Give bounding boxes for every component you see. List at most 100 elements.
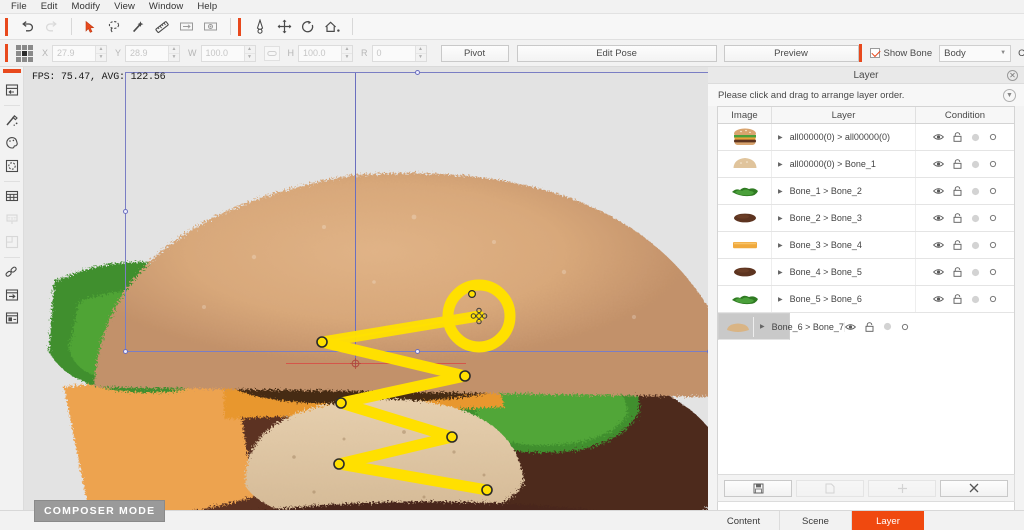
r-arrows[interactable]: ▲ ▼ xyxy=(414,45,426,61)
eye-icon[interactable] xyxy=(933,160,944,168)
eye-icon[interactable] xyxy=(933,133,944,141)
lock-icon[interactable] xyxy=(953,213,962,223)
circle-icon[interactable] xyxy=(989,160,997,168)
tab-layer[interactable]: Layer xyxy=(852,511,924,530)
w-value[interactable]: 100.0 xyxy=(201,45,244,61)
bone-type-select[interactable]: Body ▼ xyxy=(939,44,1012,62)
delete-layer-button[interactable] xyxy=(940,479,1008,497)
move-tool-icon[interactable] xyxy=(273,17,295,37)
layer-name-cell[interactable]: ▶ Bone_1 > Bone_2 xyxy=(772,178,916,204)
w-stepper[interactable]: 100.0 ▲ ▼ xyxy=(200,44,256,62)
dot-icon[interactable] xyxy=(971,133,980,142)
lasso-icon[interactable] xyxy=(103,17,125,37)
x-stepper[interactable]: 27.9 ▲ ▼ xyxy=(52,44,108,62)
expand-triangle-icon[interactable]: ▶ xyxy=(778,161,783,168)
expand-triangle-icon[interactable]: ▶ xyxy=(778,296,783,303)
ruler-icon[interactable] xyxy=(151,17,173,37)
expand-triangle-icon[interactable]: ▶ xyxy=(778,269,783,276)
palette-tool-icon[interactable] xyxy=(2,132,22,153)
h-stepper[interactable]: 100.0 ▲ ▼ xyxy=(298,44,354,62)
table-row[interactable]: ▶ Bone_4 > Bone_5 xyxy=(718,259,1014,286)
y-arrows[interactable]: ▲ ▼ xyxy=(168,45,180,61)
anchor-point-selector[interactable] xyxy=(16,44,33,62)
h-arrows[interactable]: ▲ ▼ xyxy=(341,45,353,61)
layer-name-cell[interactable]: ▶ Bone_5 > Bone_6 xyxy=(772,286,916,312)
menu-item-edit[interactable]: Edit xyxy=(34,0,65,13)
home-tool-icon[interactable] xyxy=(321,17,343,37)
close-icon[interactable]: ✕ xyxy=(1007,70,1018,81)
save-layer-button[interactable] xyxy=(724,479,792,497)
eye-icon[interactable] xyxy=(933,214,944,222)
lock-icon[interactable] xyxy=(953,159,962,169)
chain-tool-icon[interactable] xyxy=(2,261,22,282)
expand-triangle-icon[interactable]: ▶ xyxy=(760,323,765,330)
circle-icon[interactable] xyxy=(989,187,997,195)
text-tool-icon[interactable]: TXT xyxy=(2,208,22,229)
menu-item-file[interactable]: File xyxy=(4,0,34,13)
copy-layer-button[interactable] xyxy=(796,479,864,497)
chevron-down-icon[interactable]: ▼ xyxy=(1003,88,1016,102)
h-value[interactable]: 100.0 xyxy=(299,45,342,61)
expand-triangle-icon[interactable]: ▶ xyxy=(778,242,783,249)
table-row[interactable]: ▶ Bone_3 > Bone_4 xyxy=(718,232,1014,259)
menu-item-view[interactable]: View xyxy=(107,0,142,13)
bone-tool-icon[interactable] xyxy=(249,17,271,37)
edit-pose-button[interactable]: Edit Pose xyxy=(516,44,717,62)
eye-icon[interactable] xyxy=(933,241,944,249)
eye-icon[interactable] xyxy=(844,323,856,331)
circle-icon[interactable] xyxy=(989,133,997,141)
dot-icon[interactable] xyxy=(883,322,892,331)
menu-item-modify[interactable]: Modify xyxy=(65,0,108,13)
circle-icon[interactable] xyxy=(989,295,997,303)
lock-icon[interactable] xyxy=(953,132,962,142)
x-arrows[interactable]: ▲ ▼ xyxy=(95,45,107,61)
lock-icon[interactable] xyxy=(865,321,874,332)
redo-icon[interactable] xyxy=(40,17,62,37)
flip-horizontal-icon[interactable] xyxy=(175,17,197,37)
layer-name-cell[interactable]: ▶ all00000(0) > Bone_1 xyxy=(772,151,916,177)
layer-name-cell[interactable]: ▶ Bone_2 > Bone_3 xyxy=(772,205,916,231)
add-layer-button[interactable] xyxy=(868,479,936,497)
eye-icon[interactable] xyxy=(933,268,944,276)
rotate-tool-icon[interactable] xyxy=(297,17,319,37)
brush-tool-icon[interactable] xyxy=(2,109,22,130)
circle-icon[interactable] xyxy=(989,241,997,249)
y-value[interactable]: 28.9 xyxy=(126,45,169,61)
w-arrows[interactable]: ▲ ▼ xyxy=(243,45,255,61)
lock-icon[interactable] xyxy=(953,240,962,250)
table-row[interactable]: ▶ Bone_6 > Bone_7 xyxy=(718,313,909,340)
expand-triangle-icon[interactable]: ▶ xyxy=(778,215,783,222)
dot-icon[interactable] xyxy=(971,214,980,223)
dot-icon[interactable] xyxy=(971,187,980,196)
dot-icon[interactable] xyxy=(971,295,980,304)
circle-icon[interactable] xyxy=(989,214,997,222)
preview-button[interactable]: Preview xyxy=(723,44,859,62)
eye-icon[interactable] xyxy=(933,295,944,303)
canvas-viewport[interactable]: FPS: 75.47, AVG: 122.56 COMPOSER MODE xyxy=(24,67,708,530)
lock-icon[interactable] xyxy=(953,294,962,304)
table-row[interactable]: ▶ Bone_2 > Bone_3 xyxy=(718,205,1014,232)
expand-triangle-icon[interactable]: ▶ xyxy=(778,188,783,195)
table-row[interactable]: ▶ Bone_5 > Bone_6 xyxy=(718,286,1014,313)
flip-vertical-icon[interactable] xyxy=(199,17,221,37)
select-arrow-icon[interactable] xyxy=(79,17,101,37)
tab-content[interactable]: Content xyxy=(708,511,780,530)
sprite-tool-icon[interactable] xyxy=(2,155,22,176)
panel-tool-icon[interactable] xyxy=(2,79,22,100)
menu-item-window[interactable]: Window xyxy=(142,0,190,13)
menu-item-help[interactable]: Help xyxy=(190,0,224,13)
magic-wand-icon[interactable] xyxy=(127,17,149,37)
expand-triangle-icon[interactable]: ▶ xyxy=(778,134,783,141)
bone-rig-overlay[interactable] xyxy=(24,67,708,530)
circle-icon[interactable] xyxy=(901,323,909,331)
lock-icon[interactable] xyxy=(953,186,962,196)
dot-icon[interactable] xyxy=(971,160,980,169)
eye-icon[interactable] xyxy=(933,187,944,195)
grid-tool-icon[interactable] xyxy=(2,185,22,206)
tab-scene[interactable]: Scene xyxy=(780,511,852,530)
r-stepper[interactable]: 0 ▲ ▼ xyxy=(371,44,427,62)
y-stepper[interactable]: 28.9 ▲ ▼ xyxy=(125,44,181,62)
show-bone-checkbox[interactable] xyxy=(869,48,880,58)
x-value[interactable]: 27.9 xyxy=(53,45,96,61)
export-tool-icon[interactable] xyxy=(2,307,22,328)
